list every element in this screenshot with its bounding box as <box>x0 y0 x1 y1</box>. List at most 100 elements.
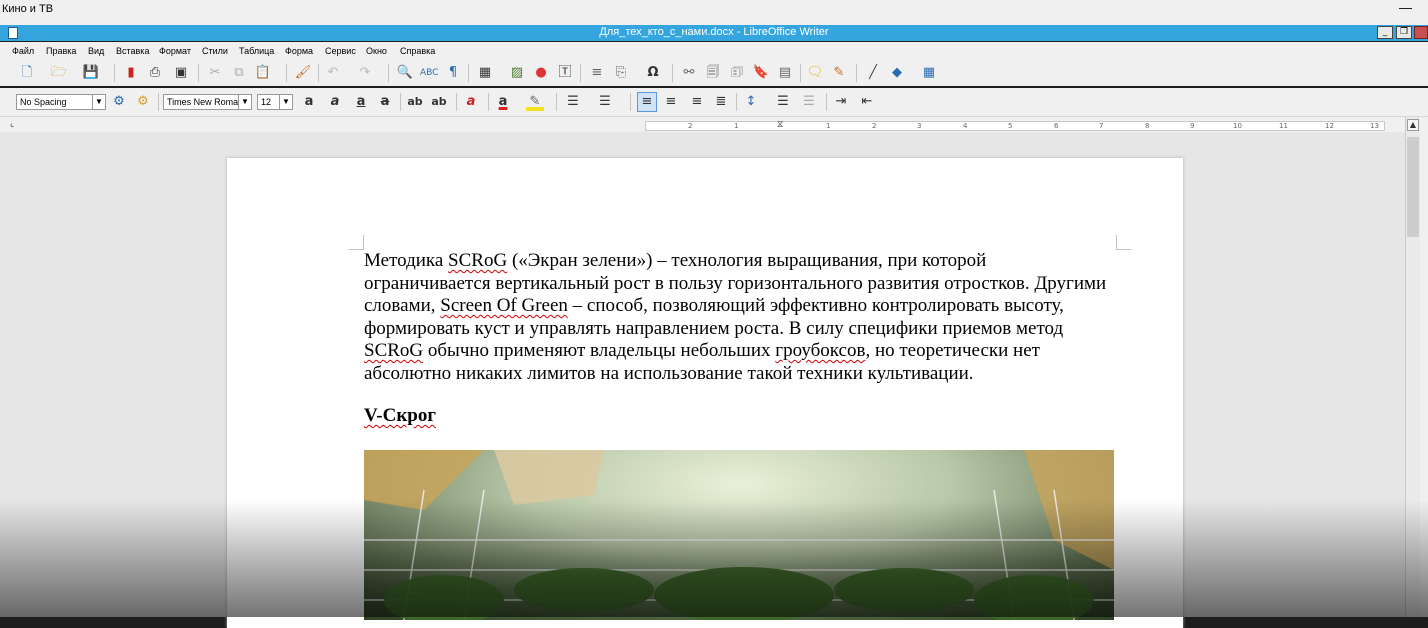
comment-icon[interactable]: 🗨 <box>806 64 824 82</box>
cross-reference-icon[interactable]: ▤ <box>776 64 794 82</box>
special-character-icon[interactable]: Ω <box>644 64 662 82</box>
insert-field-icon[interactable]: ⎘ <box>612 64 630 82</box>
spelling-icon[interactable]: ABC <box>420 64 438 82</box>
underline-icon[interactable]: a <box>352 93 370 111</box>
endnote-icon[interactable]: 🗊 <box>728 64 746 82</box>
body-paragraph[interactable]: Методика SCRoG («Экран зелени») – технол… <box>364 250 1114 385</box>
formatting-marks-icon[interactable]: ¶ <box>444 64 462 82</box>
footnote-icon[interactable]: 🗐 <box>704 64 722 82</box>
new-document-icon[interactable]: 🗋 <box>18 64 36 82</box>
toolbar-separator <box>400 93 401 111</box>
ruler-tick: 6 <box>1054 122 1059 130</box>
strikethrough-icon[interactable]: a <box>376 93 394 111</box>
paste-icon[interactable]: 📋 <box>254 64 272 82</box>
font-size-combo[interactable]: 12 ▼ <box>257 94 293 110</box>
misspelled-word[interactable]: SCRoG <box>448 250 507 271</box>
insert-chart-icon[interactable]: ● <box>532 64 550 82</box>
menu-format[interactable]: Формат <box>159 46 191 56</box>
menu-form[interactable]: Форма <box>285 46 313 56</box>
chevron-down-icon[interactable]: ▼ <box>92 95 105 109</box>
toolbar-separator <box>318 64 319 82</box>
italic-icon[interactable]: a <box>326 93 344 111</box>
insert-page-break-icon[interactable]: ≡ <box>588 64 606 82</box>
basic-shapes-icon[interactable]: ◆ <box>888 64 906 82</box>
print-preview-icon[interactable]: ▣ <box>172 64 190 82</box>
update-style-icon[interactable]: ⚙ <box>110 93 128 111</box>
redo-icon[interactable]: ↷ <box>356 64 374 82</box>
highlighting-color-icon[interactable]: ✎ <box>526 93 544 111</box>
save-icon[interactable]: 💾 <box>82 64 100 82</box>
host-minimize-button[interactable]: — <box>1399 0 1412 15</box>
ruler-tick: 3 <box>917 122 922 130</box>
tab-stop-selector[interactable]: ⌞ <box>10 119 14 129</box>
subscript-icon[interactable]: ab <box>430 93 448 111</box>
insert-table-icon[interactable]: ▦ <box>476 64 494 82</box>
increase-paragraph-spacing-icon[interactable]: ☰ <box>774 93 792 111</box>
ruler-tick: 2 <box>872 122 877 130</box>
justify-icon[interactable]: ≣ <box>712 93 730 111</box>
menu-tools[interactable]: Сервис <box>325 46 356 56</box>
decrease-indent-icon[interactable]: ⇤ <box>858 93 876 111</box>
draw-functions-icon[interactable]: ▦ <box>920 64 938 82</box>
scroll-up-icon[interactable]: ▲ <box>1407 119 1419 131</box>
toolbar-separator <box>580 64 581 82</box>
menu-file[interactable]: Файл <box>12 46 34 56</box>
cut-icon[interactable]: ✂ <box>206 64 224 82</box>
export-pdf-icon[interactable]: ▮ <box>122 64 140 82</box>
insert-line-icon[interactable]: ╱ <box>864 64 882 82</box>
open-folder-icon[interactable]: 🗁 <box>50 64 68 82</box>
line-spacing-icon[interactable]: ↕ <box>742 93 760 111</box>
misspelled-word[interactable]: SCRoG <box>364 340 423 361</box>
align-center-icon[interactable]: ≡ <box>662 93 680 111</box>
paragraph-style-combo[interactable]: No Spacing ▼ <box>16 94 106 110</box>
indent-marker-icon[interactable]: ⧖ <box>777 120 783 130</box>
grow-tent-photo[interactable] <box>364 450 1114 620</box>
track-changes-icon[interactable]: ✎ <box>830 64 848 82</box>
chevron-down-icon[interactable]: ▼ <box>238 95 251 109</box>
insert-image-icon[interactable]: ▨ <box>508 64 526 82</box>
numbered-list-icon[interactable]: ☰ <box>596 93 614 111</box>
misspelled-word[interactable]: Screen Of Green <box>440 295 568 316</box>
hyperlink-icon[interactable]: ⚯ <box>680 64 698 82</box>
font-color-icon[interactable]: a <box>494 93 512 111</box>
undo-icon[interactable]: ↶ <box>324 64 342 82</box>
find-replace-icon[interactable]: 🔍 <box>396 64 414 82</box>
section-heading[interactable]: V-Скрог <box>364 405 436 427</box>
menu-view[interactable]: Вид <box>88 46 104 56</box>
menu-window[interactable]: Окно <box>366 46 387 56</box>
font-name-combo[interactable]: Times New Roman ▼ <box>163 94 252 110</box>
toolbar-separator <box>456 93 457 111</box>
bulleted-list-icon[interactable]: ☰ <box>564 93 582 111</box>
chevron-down-icon[interactable]: ▼ <box>279 95 292 109</box>
superscript-icon[interactable]: ab <box>406 93 424 111</box>
restore-button[interactable]: ❐ <box>1396 26 1412 39</box>
menu-table[interactable]: Таблица <box>239 46 274 56</box>
clear-formatting-icon[interactable]: a <box>462 93 480 111</box>
menu-insert[interactable]: Вставка <box>116 46 149 56</box>
align-right-icon[interactable]: ≡ <box>688 93 706 111</box>
menu-edit[interactable]: Правка <box>46 46 76 56</box>
bold-icon[interactable]: a <box>300 93 318 111</box>
sidebar-deck[interactable] <box>1420 117 1428 617</box>
decrease-paragraph-spacing-icon[interactable]: ☰ <box>800 93 818 111</box>
insert-textbox-icon[interactable]: 🅃 <box>556 64 574 82</box>
toolbar-separator <box>736 93 737 111</box>
ruler-tick: 10 <box>1233 122 1242 130</box>
align-left-icon[interactable]: ≡ <box>637 92 657 112</box>
close-button[interactable] <box>1414 26 1428 39</box>
horizontal-ruler[interactable]: 2 1 ⧖ 1 2 3 4 5 6 7 8 9 10 11 12 13 <box>645 120 1385 131</box>
scrollbar-thumb[interactable] <box>1407 137 1419 237</box>
increase-indent-icon[interactable]: ⇥ <box>832 93 850 111</box>
clone-formatting-icon[interactable]: 🖌 <box>294 64 312 82</box>
formatting-toolbar: No Spacing ▼ ⚙ ⚙ Times New Roman ▼ 12 ▼ … <box>0 88 1428 117</box>
vertical-scrollbar[interactable]: ▲ <box>1405 117 1421 617</box>
misspelled-word[interactable]: гроубоксов <box>775 340 865 361</box>
text-boundary-corner <box>1116 235 1131 250</box>
bookmark-icon[interactable]: 🔖 <box>752 64 770 82</box>
copy-icon[interactable]: ⧉ <box>230 64 248 82</box>
minimize-button[interactable]: _ <box>1377 26 1393 39</box>
new-style-icon[interactable]: ⚙ <box>134 93 152 111</box>
menu-styles[interactable]: Стили <box>202 46 228 56</box>
menu-help[interactable]: Справка <box>400 46 435 56</box>
print-icon[interactable]: ⎙ <box>146 64 164 82</box>
